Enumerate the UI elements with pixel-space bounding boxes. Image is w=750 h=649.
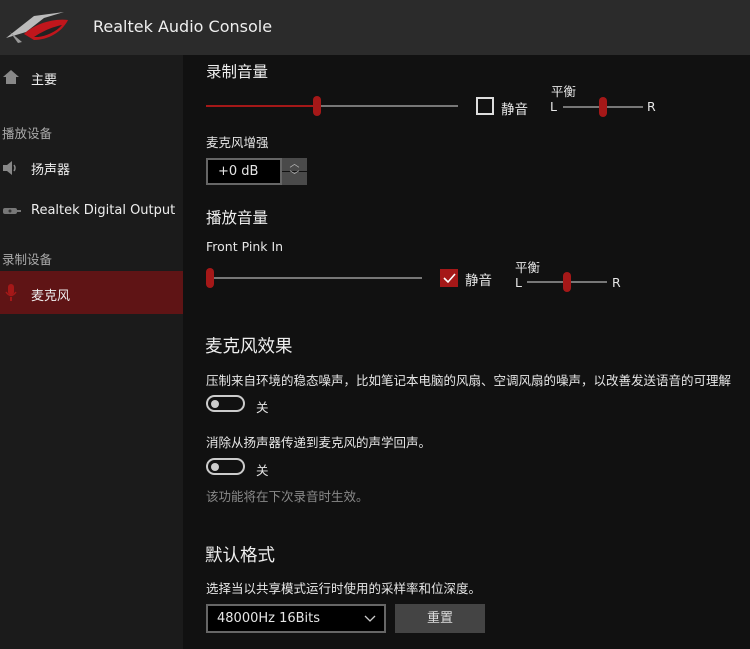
effects-note: 该功能将在下次录音时生效。 <box>206 489 369 504</box>
record-balance-right: R <box>647 99 656 114</box>
mic-boost-label: 麦克风增强 <box>206 135 269 150</box>
mic-boost-input[interactable]: +0 dB <box>206 158 282 185</box>
sidebar-item-microphone[interactable]: 麦克风 <box>0 271 183 314</box>
playback-balance-left: L <box>515 275 522 290</box>
chevron-down-icon: ﹀ <box>289 171 300 182</box>
playback-balance-slider[interactable] <box>527 272 607 292</box>
playback-balance-right: R <box>612 275 621 290</box>
format-selected: 48000Hz 16Bits <box>217 611 321 626</box>
decrease-button[interactable]: ﹀ <box>282 172 307 185</box>
sidebar-item-label: 扬声器 <box>31 163 71 178</box>
slider-fill <box>206 105 317 107</box>
sidebar-item-label: 主要 <box>31 73 58 88</box>
playback-mute-checkbox[interactable] <box>440 269 458 287</box>
toggle-knob <box>211 399 219 408</box>
home-icon <box>3 70 19 84</box>
noise-suppression-desc: 压制来自环境的稳态噪声，比如笔记本电脑的风扇、空调风扇的噪声，以改善发送语音的可… <box>206 373 732 388</box>
default-format-title: 默认格式 <box>205 546 275 566</box>
chevron-down-icon <box>364 615 376 622</box>
record-balance-slider[interactable] <box>563 97 643 117</box>
sidebar-item-digital-output[interactable]: Realtek Digital Output <box>0 196 183 228</box>
mic-boost-value: +0 dB <box>218 164 259 179</box>
default-format-desc: 选择当以共享模式运行时使用的采样率和位深度。 <box>206 581 482 596</box>
sidebar-item-label: Realtek Digital Output <box>31 203 176 218</box>
rog-logo-icon <box>6 12 68 43</box>
slider-thumb[interactable] <box>206 268 214 288</box>
slider-thumb[interactable] <box>563 272 571 292</box>
increase-button[interactable]: ︿ <box>282 158 307 171</box>
echo-cancel-state: 关 <box>256 463 269 478</box>
record-volume-slider[interactable] <box>206 96 458 116</box>
reset-button[interactable]: 重置 <box>395 604 485 633</box>
echo-cancel-toggle[interactable] <box>206 458 245 475</box>
sidebar-item-label: 麦克风 <box>31 289 71 304</box>
slider-thumb[interactable] <box>313 96 322 116</box>
sidebar-item-home[interactable]: 主要 <box>0 62 183 94</box>
recording-devices-header: 录制设备 <box>2 252 53 267</box>
mic-effects-title: 麦克风效果 <box>205 337 293 357</box>
digital-output-icon <box>3 208 21 214</box>
noise-suppression-state: 关 <box>256 400 269 415</box>
format-select[interactable]: 48000Hz 16Bits <box>206 604 386 633</box>
echo-cancel-desc: 消除从扬声器传递到麦克风的声学回声。 <box>206 435 432 450</box>
toggle-knob <box>211 462 219 471</box>
app-title: Realtek Audio Console <box>93 17 273 36</box>
playback-volume-title: 播放音量 <box>206 209 269 227</box>
sidebar-item-speakers[interactable]: 扬声器 <box>0 152 183 184</box>
record-balance-left: L <box>550 99 557 114</box>
record-volume-title: 录制音量 <box>206 63 269 81</box>
speaker-icon <box>3 161 16 175</box>
playback-volume-slider[interactable] <box>206 268 422 288</box>
chevron-up-icon: ︿ <box>289 159 300 170</box>
microphone-icon <box>5 284 17 301</box>
playback-mute-label: 静音 <box>465 273 492 289</box>
record-mute-checkbox[interactable] <box>476 97 494 115</box>
noise-suppression-toggle[interactable] <box>206 395 245 412</box>
slider-thumb[interactable] <box>599 97 607 117</box>
checkmark-icon <box>443 273 456 284</box>
sidebar <box>0 55 183 649</box>
playback-devices-header: 播放设备 <box>2 126 53 141</box>
record-mute-label: 静音 <box>501 102 528 118</box>
playback-device-name: Front Pink In <box>206 239 284 254</box>
